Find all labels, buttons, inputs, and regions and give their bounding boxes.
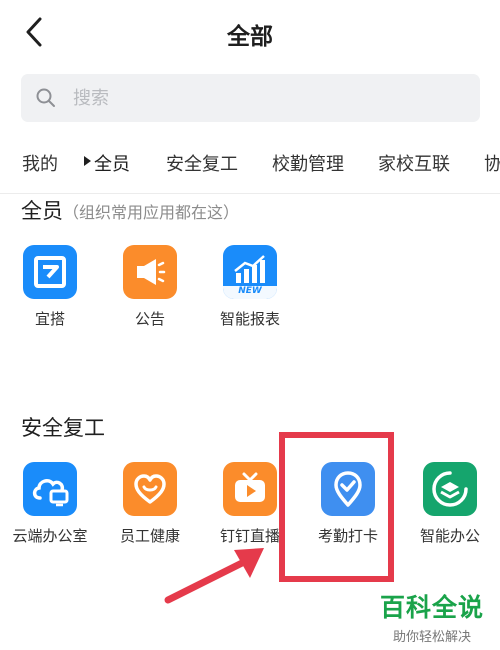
report-chart-icon: NEW <box>223 245 277 299</box>
app-cloud-office[interactable]: 云端办公室 <box>2 462 98 546</box>
search-bar[interactable] <box>21 74 480 122</box>
pointer-arrow-icon <box>164 548 264 604</box>
new-badge: NEW <box>238 286 262 296</box>
tab-all-staff[interactable]: 全员 <box>94 150 130 176</box>
app-smart-office[interactable]: 智能办公 <box>402 462 498 546</box>
app-employee-health[interactable]: 员工健康 <box>102 462 198 546</box>
tab-more-partial[interactable]: 协 <box>484 150 500 176</box>
section-title-text: 安全复工 <box>21 416 105 440</box>
watermark: 百科全说 助你轻松解决 <box>370 588 494 645</box>
heart-icon <box>123 462 177 516</box>
app-smart-report[interactable]: NEW 智能报表 <box>202 245 298 329</box>
app-label: 云端办公室 <box>12 527 88 545</box>
highlight-box <box>279 432 394 582</box>
app-label: 公告 <box>134 310 165 328</box>
section-title-safe-return: 安全复工 <box>21 412 105 442</box>
page-title: 全部 <box>227 24 273 50</box>
watermark-title: 百科全说 <box>379 593 484 622</box>
tab-safe-return[interactable]: 安全复工 <box>166 150 238 176</box>
live-tv-icon <box>223 462 277 516</box>
watermark-subtitle: 助你轻松解决 <box>392 630 471 645</box>
tabs-divider <box>0 193 500 194</box>
yida-icon <box>23 245 77 299</box>
tab-home-school[interactable]: 家校互联 <box>378 150 450 176</box>
active-tab-marker <box>84 156 91 166</box>
app-label: 智能报表 <box>219 310 280 328</box>
smart-office-icon <box>423 462 477 516</box>
app-label: 智能办公 <box>419 527 480 545</box>
app-announcement[interactable]: 公告 <box>102 245 198 329</box>
tab-attendance-management[interactable]: 校勤管理 <box>272 150 344 176</box>
app-yida[interactable]: 宜搭 <box>2 245 98 329</box>
header: 全部 <box>0 0 500 64</box>
search-input[interactable] <box>73 82 453 114</box>
tab-mine[interactable]: 我的 <box>22 150 58 176</box>
megaphone-icon <box>123 245 177 299</box>
section-hint: （组织常用应用都在这） <box>63 203 240 222</box>
section-title-all-staff: 全员（组织常用应用都在这） <box>21 195 239 225</box>
cloud-office-icon <box>23 462 77 516</box>
category-tabs: 我的 全员 安全复工 校勤管理 家校互联 协 <box>0 142 500 186</box>
app-label: 宜搭 <box>34 310 65 328</box>
search-icon <box>36 88 55 107</box>
section-title-text: 全员 <box>21 199 63 223</box>
